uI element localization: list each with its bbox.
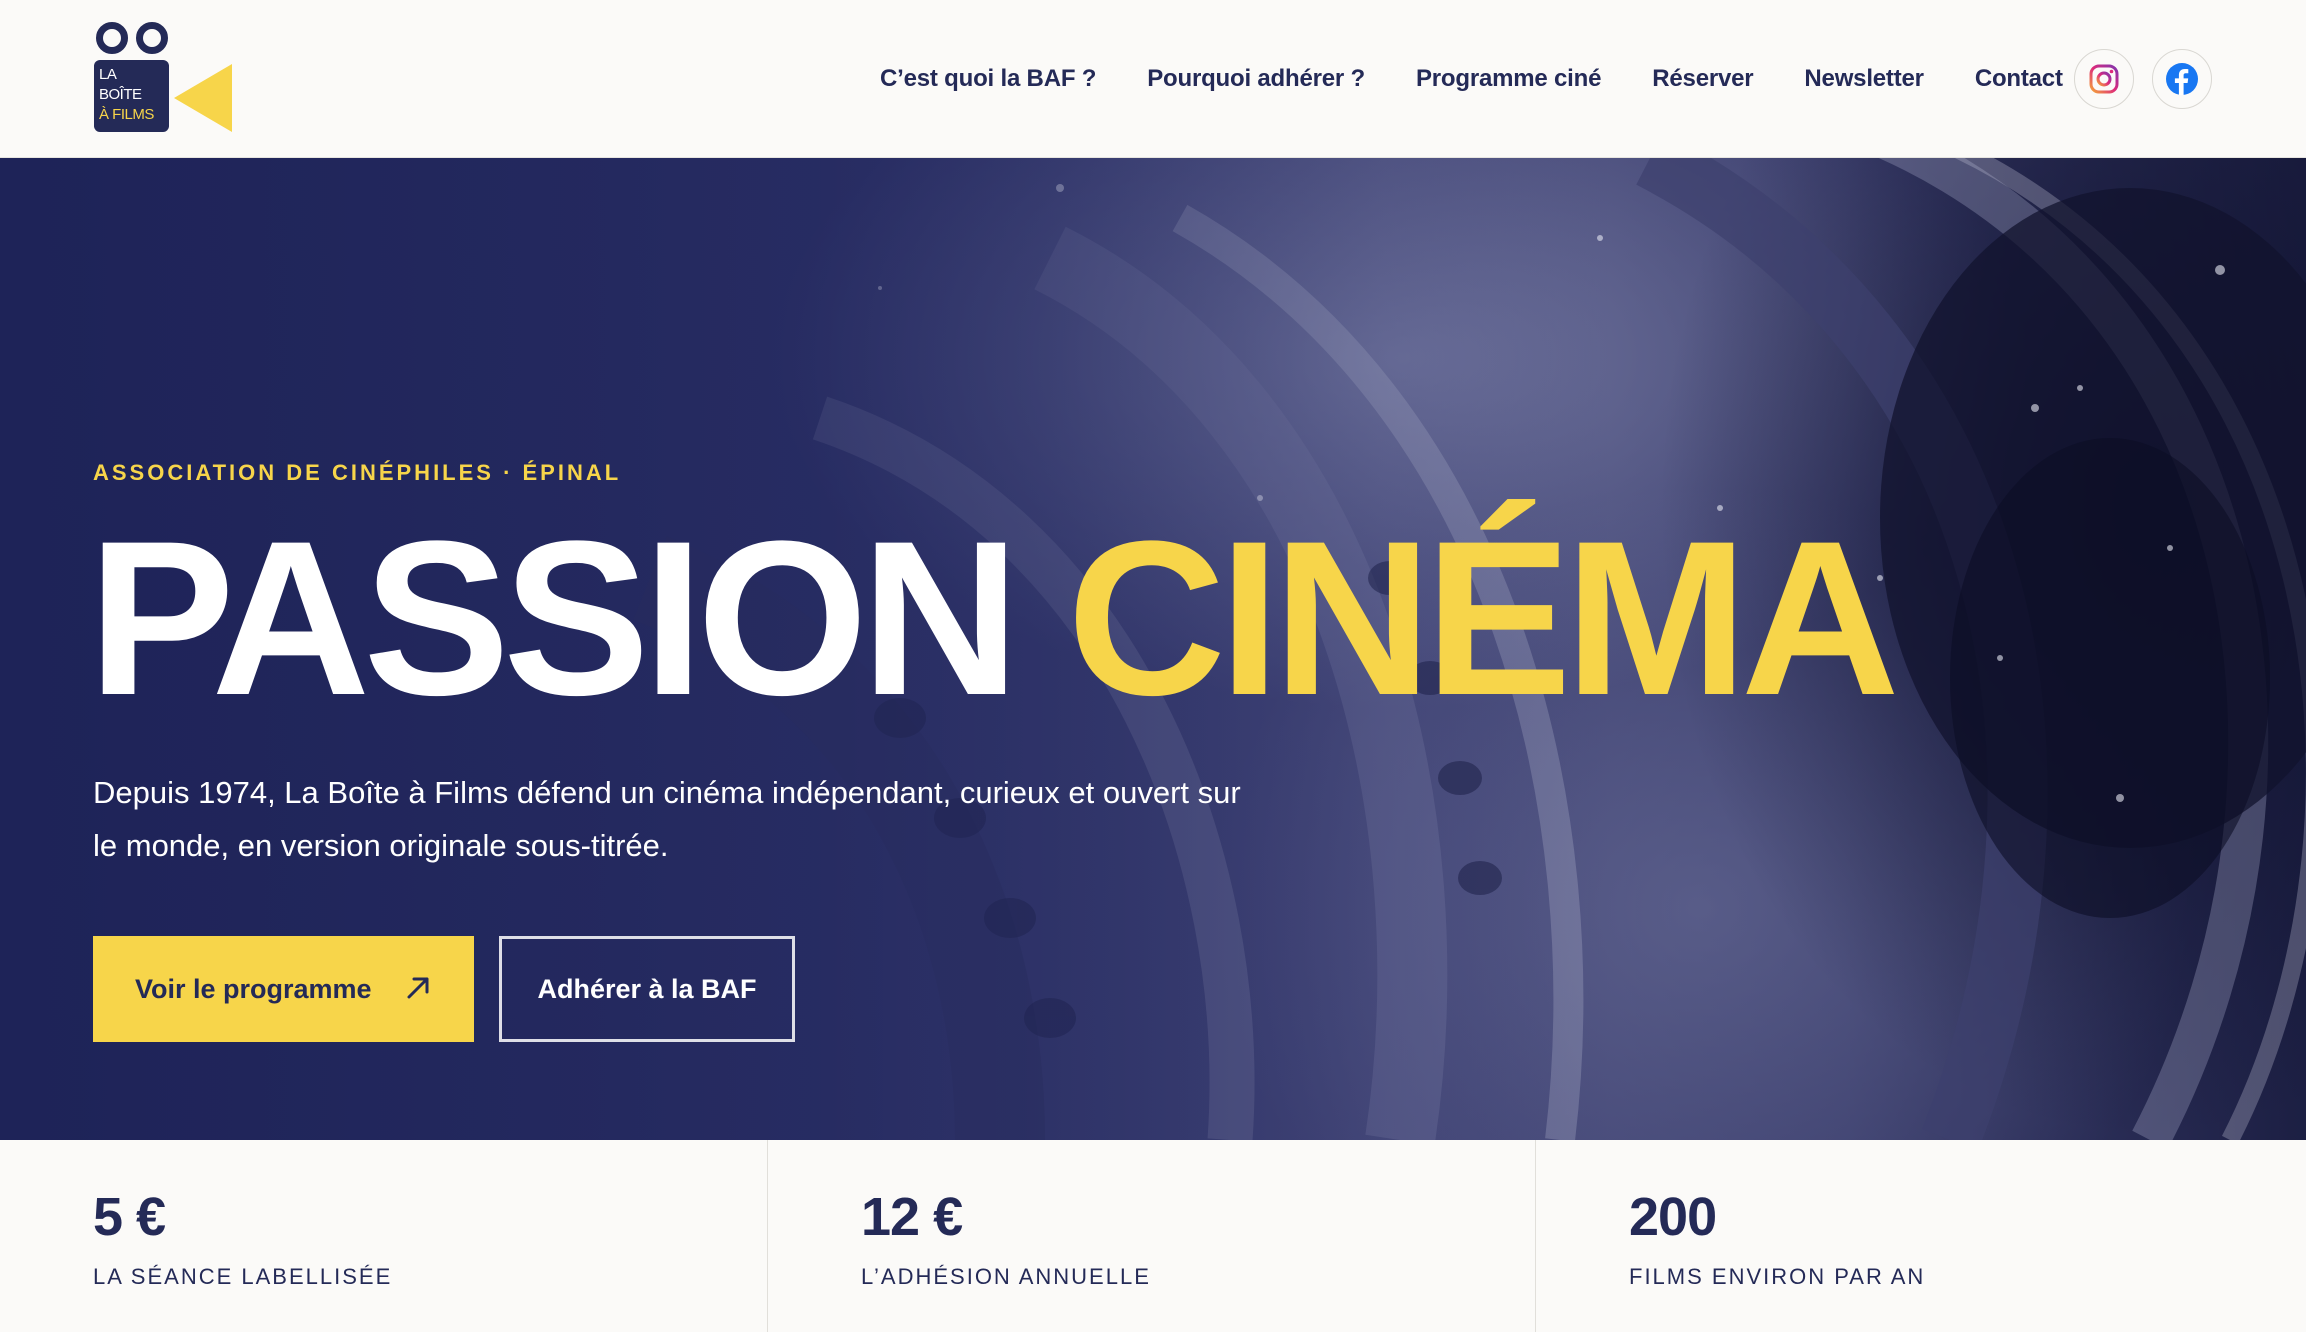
nav-link-reserver[interactable]: Réserver: [1652, 65, 1753, 93]
voir-programme-button[interactable]: Voir le programme: [93, 936, 474, 1042]
stat-value: 200: [1629, 1187, 1717, 1247]
facebook-icon: [2166, 63, 2198, 95]
logo-text-line: LA: [99, 66, 117, 83]
stat-value: 12 €: [861, 1187, 963, 1247]
hero-description: Depuis 1974, La Boîte à Films défend un …: [93, 775, 1241, 863]
adherer-label: Adhérer à la BAF: [537, 973, 757, 1004]
logo-play-triangle: [174, 64, 232, 132]
stat-label: FILMS ENVIRON PAR AN: [1629, 1264, 1926, 1289]
site-logo[interactable]: LA BOÎTE À FILMS: [94, 22, 242, 136]
site-header: LA BOÎTE À FILMS C’est quoi la BAF ? Pou…: [0, 0, 2306, 158]
instagram-icon: [2089, 64, 2119, 94]
hero-title: PASSION CINÉMA: [88, 508, 1900, 728]
nav-link-cest-quoi[interactable]: C’est quoi la BAF ?: [880, 65, 1096, 93]
adherer-button[interactable]: Adhérer à la BAF: [499, 936, 795, 1042]
nav-link-contact[interactable]: Contact: [1975, 65, 2063, 93]
logo-text-line: BOÎTE: [99, 86, 142, 103]
logo-reel-right: [136, 22, 168, 54]
logo-text-line: À FILMS: [99, 106, 154, 123]
hero-title-yellow: CINÉMA: [1067, 495, 1900, 741]
stat-item: 5 € LA SÉANCE LABELLISÉE: [0, 1140, 768, 1332]
hero-eyebrow: ASSOCIATION DE CINÉPHILES · ÉPINAL: [93, 460, 622, 485]
stat-value: 5 €: [93, 1187, 166, 1247]
main-nav: C’est quoi la BAF ? Pourquoi adhérer ? P…: [880, 0, 2063, 158]
hero-section: ASSOCIATION DE CINÉPHILES · ÉPINAL PASSI…: [0, 158, 2306, 1140]
stat-label: L’ADHÉSION ANNUELLE: [861, 1264, 1151, 1289]
logo-box: LA BOÎTE À FILMS: [94, 60, 169, 132]
stats-bar: 5 € LA SÉANCE LABELLISÉE 12 € L’ADHÉSION…: [0, 1140, 2306, 1332]
arrow-up-right-icon: [407, 977, 429, 999]
voir-programme-label: Voir le programme: [135, 973, 372, 1004]
logo-reel-left: [96, 22, 128, 54]
stat-item: 12 € L’ADHÉSION ANNUELLE: [768, 1140, 1536, 1332]
nav-link-pourquoi-adherer[interactable]: Pourquoi adhérer ?: [1147, 65, 1365, 93]
stat-label: LA SÉANCE LABELLISÉE: [93, 1264, 393, 1289]
facebook-button[interactable]: [2152, 49, 2212, 109]
nav-link-programme[interactable]: Programme ciné: [1416, 65, 1601, 93]
nav-link-newsletter[interactable]: Newsletter: [1804, 65, 1924, 93]
instagram-button[interactable]: [2074, 49, 2134, 109]
hero-title-white: PASSION: [88, 495, 1020, 741]
stat-item: 200 FILMS ENVIRON PAR AN: [1536, 1140, 2306, 1332]
